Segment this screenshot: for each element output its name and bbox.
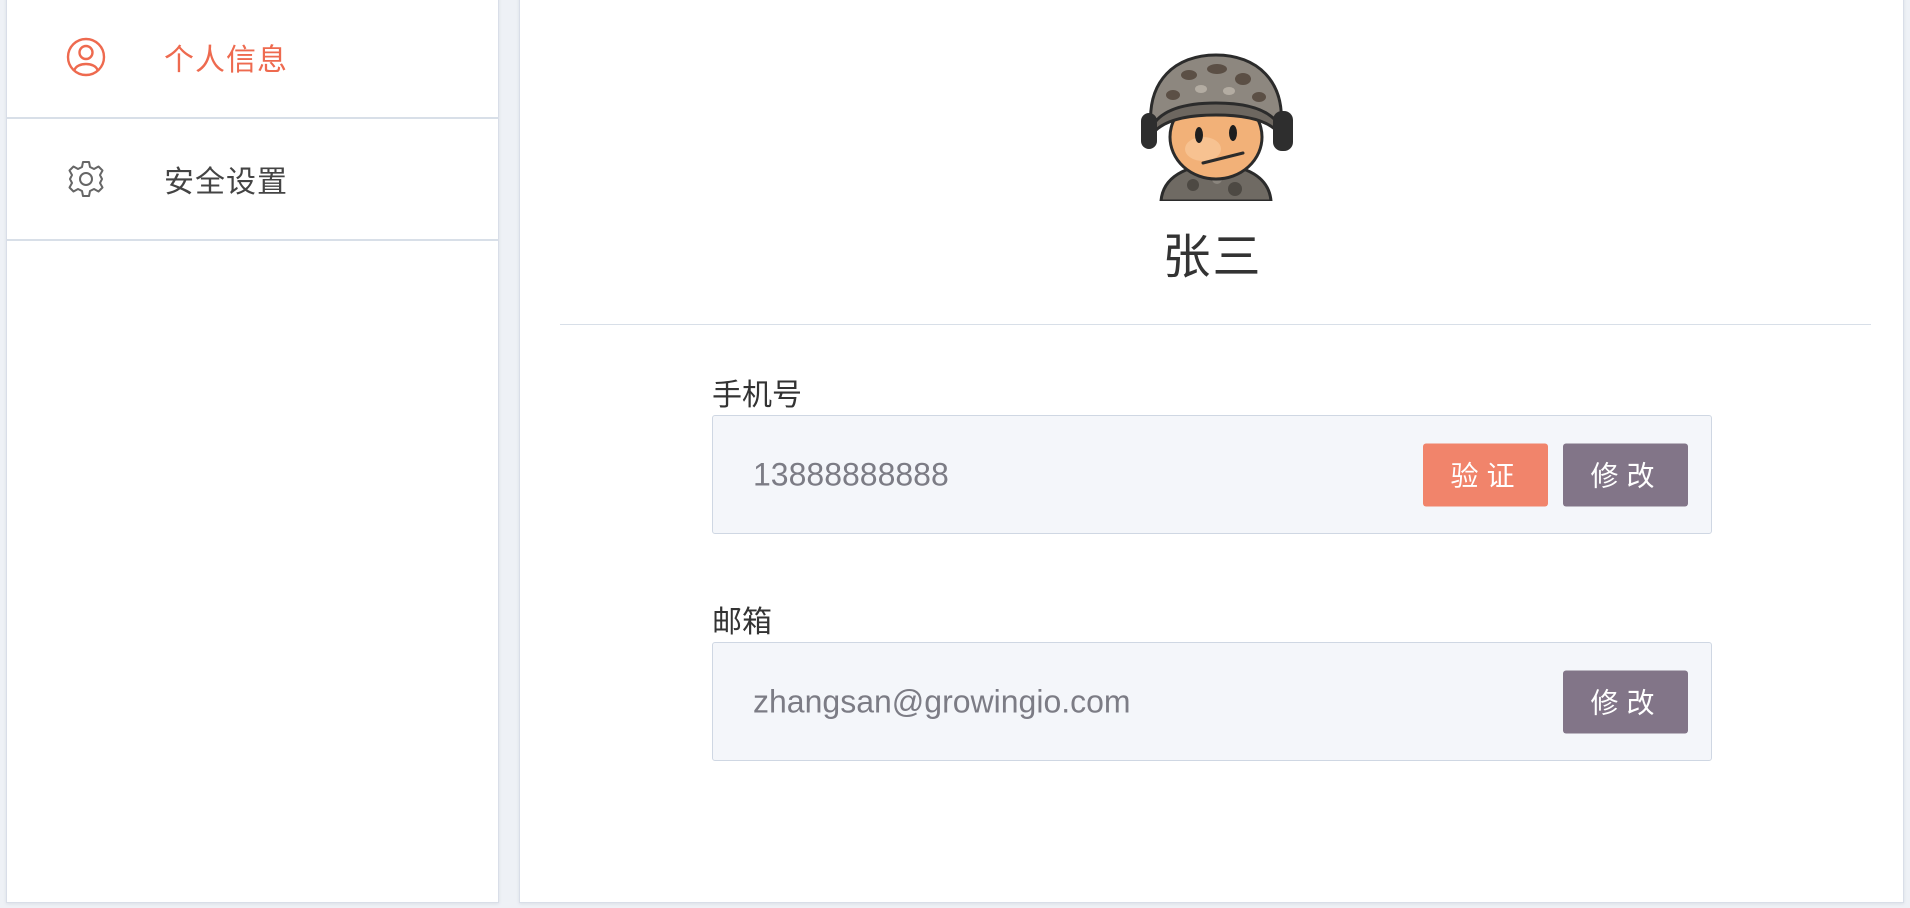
edit-email-button[interactable]: 修改 [1563, 670, 1688, 733]
phone-field: 13888888888 验证 修改 [712, 415, 1712, 534]
phone-value: 13888888888 [753, 456, 949, 492]
sidebar-item-label: 安全设置 [164, 165, 288, 200]
sidebar-item-label: 个人信息 [164, 43, 288, 78]
profile-panel: 张三 手机号 13888888888 验证 修改 邮箱 zhangsan@gro… [519, 0, 1904, 903]
user-icon [65, 36, 107, 78]
avatar [1131, 39, 1301, 203]
email-label: 邮箱 [712, 605, 772, 640]
verify-phone-button[interactable]: 验证 [1423, 443, 1548, 506]
sidebar-item-personal-info[interactable]: 个人信息 [7, 0, 498, 119]
email-field: zhangsan@growingio.com 修改 [712, 642, 1712, 761]
divider [560, 324, 1871, 325]
gear-icon [65, 158, 107, 200]
edit-phone-button[interactable]: 修改 [1563, 443, 1688, 506]
phone-label: 手机号 [712, 378, 802, 413]
username: 张三 [1162, 229, 1263, 285]
sidebar-item-security-settings[interactable]: 安全设置 [7, 119, 498, 241]
email-value: zhangsan@growingio.com [753, 683, 1131, 719]
sidebar: 个人信息 安全设置 [6, 0, 499, 903]
